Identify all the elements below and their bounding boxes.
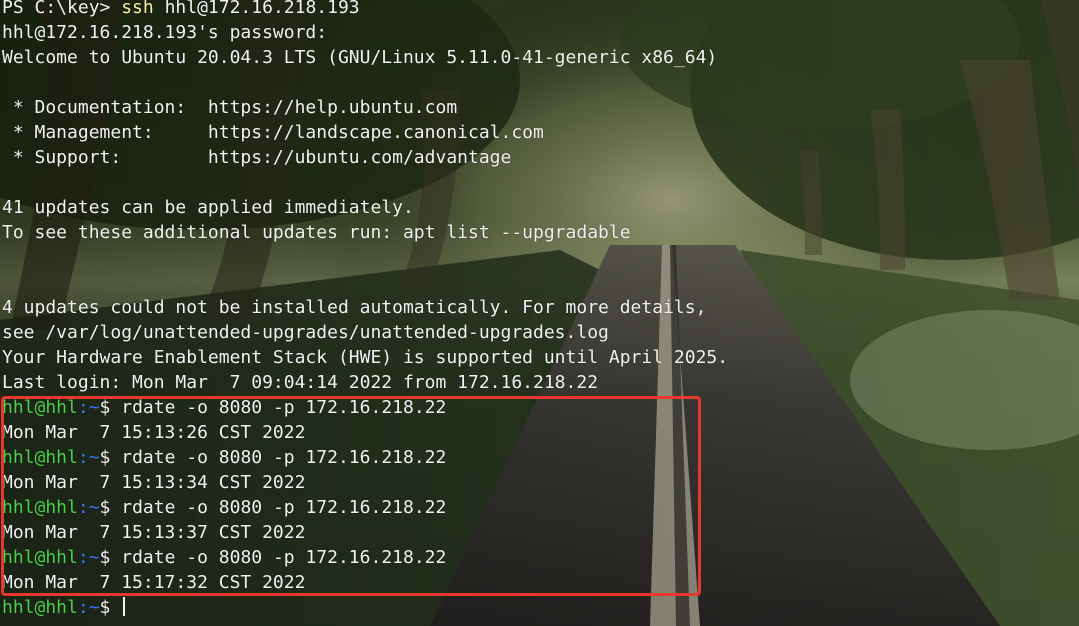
prompt-line: hhl@hhl:~$ rdate -o 8080 -p 172.16.218.2… xyxy=(2,495,446,520)
terminal-window[interactable]: PS C:\key> ssh hhl@172.16.218.193 hhl@17… xyxy=(0,0,1079,626)
ps-prompt: PS C:\key> xyxy=(2,0,122,18)
terminal-line: * Support: https://ubuntu.com/advantage xyxy=(2,147,512,168)
terminal-line: see /var/log/unattended-upgrades/unatten… xyxy=(2,322,609,343)
text-cursor xyxy=(123,597,126,616)
rdate-command: rdate -o 8080 -p 172.16.218.22 xyxy=(121,547,447,568)
rdate-command: rdate -o 8080 -p 172.16.218.22 xyxy=(121,397,447,418)
prompt-symbol: $ xyxy=(99,597,122,618)
terminal-line: To see these additional updates run: apt… xyxy=(2,222,631,243)
prompt-user: hhl@hhl xyxy=(2,547,78,568)
terminal-line: * Management: https://landscape.canonica… xyxy=(2,122,544,143)
prompt-user: hhl@hhl xyxy=(2,497,78,518)
prompt-path: :~ xyxy=(77,497,100,518)
terminal-line: 41 updates can be applied immediately. xyxy=(2,197,414,218)
prompt-symbol: $ xyxy=(99,397,122,418)
prompt-symbol: $ xyxy=(99,497,122,518)
terminal-line: Welcome to Ubuntu 20.04.3 LTS (GNU/Linux… xyxy=(2,47,718,68)
rdate-command: rdate -o 8080 -p 172.16.218.22 xyxy=(121,447,447,468)
rdate-output: Mon Mar 7 15:13:26 CST 2022 xyxy=(2,422,306,443)
prompt-user: hhl@hhl xyxy=(2,447,78,468)
prompt-path: :~ xyxy=(77,397,100,418)
terminal-line: PS C:\key> ssh hhl@172.16.218.193 xyxy=(2,0,360,20)
prompt-line: hhl@hhl:~$ rdate -o 8080 -p 172.16.218.2… xyxy=(2,395,446,420)
prompt-symbol: $ xyxy=(99,447,122,468)
prompt-symbol: $ xyxy=(99,547,122,568)
prompt-path: :~ xyxy=(77,547,100,568)
ssh-target: hhl@172.16.218.193 xyxy=(153,0,360,18)
prompt-line: hhl@hhl:~$ rdate -o 8080 -p 172.16.218.2… xyxy=(2,545,446,570)
terminal-line: * Documentation: https://help.ubuntu.com xyxy=(2,97,458,118)
prompt-path: :~ xyxy=(77,447,100,468)
rdate-output: Mon Mar 7 15:13:34 CST 2022 xyxy=(2,472,306,493)
terminal-line: 4 updates could not be installed automat… xyxy=(2,297,707,318)
terminal-line: Last login: Mon Mar 7 09:04:14 2022 from… xyxy=(2,372,599,393)
ssh-command-keyword: ssh xyxy=(121,0,154,18)
rdate-command: rdate -o 8080 -p 172.16.218.22 xyxy=(121,497,447,518)
prompt-user: hhl@hhl xyxy=(2,597,78,618)
terminal-line: hhl@172.16.218.193's password: xyxy=(2,22,328,43)
terminal-line: Your Hardware Enablement Stack (HWE) is … xyxy=(2,347,729,368)
active-prompt-line[interactable]: hhl@hhl:~$ xyxy=(2,595,126,620)
rdate-output: Mon Mar 7 15:13:37 CST 2022 xyxy=(2,522,306,543)
rdate-output: Mon Mar 7 15:17:32 CST 2022 xyxy=(2,572,306,593)
prompt-user: hhl@hhl xyxy=(2,397,78,418)
prompt-line: hhl@hhl:~$ rdate -o 8080 -p 172.16.218.2… xyxy=(2,445,446,470)
prompt-path: :~ xyxy=(77,597,100,618)
